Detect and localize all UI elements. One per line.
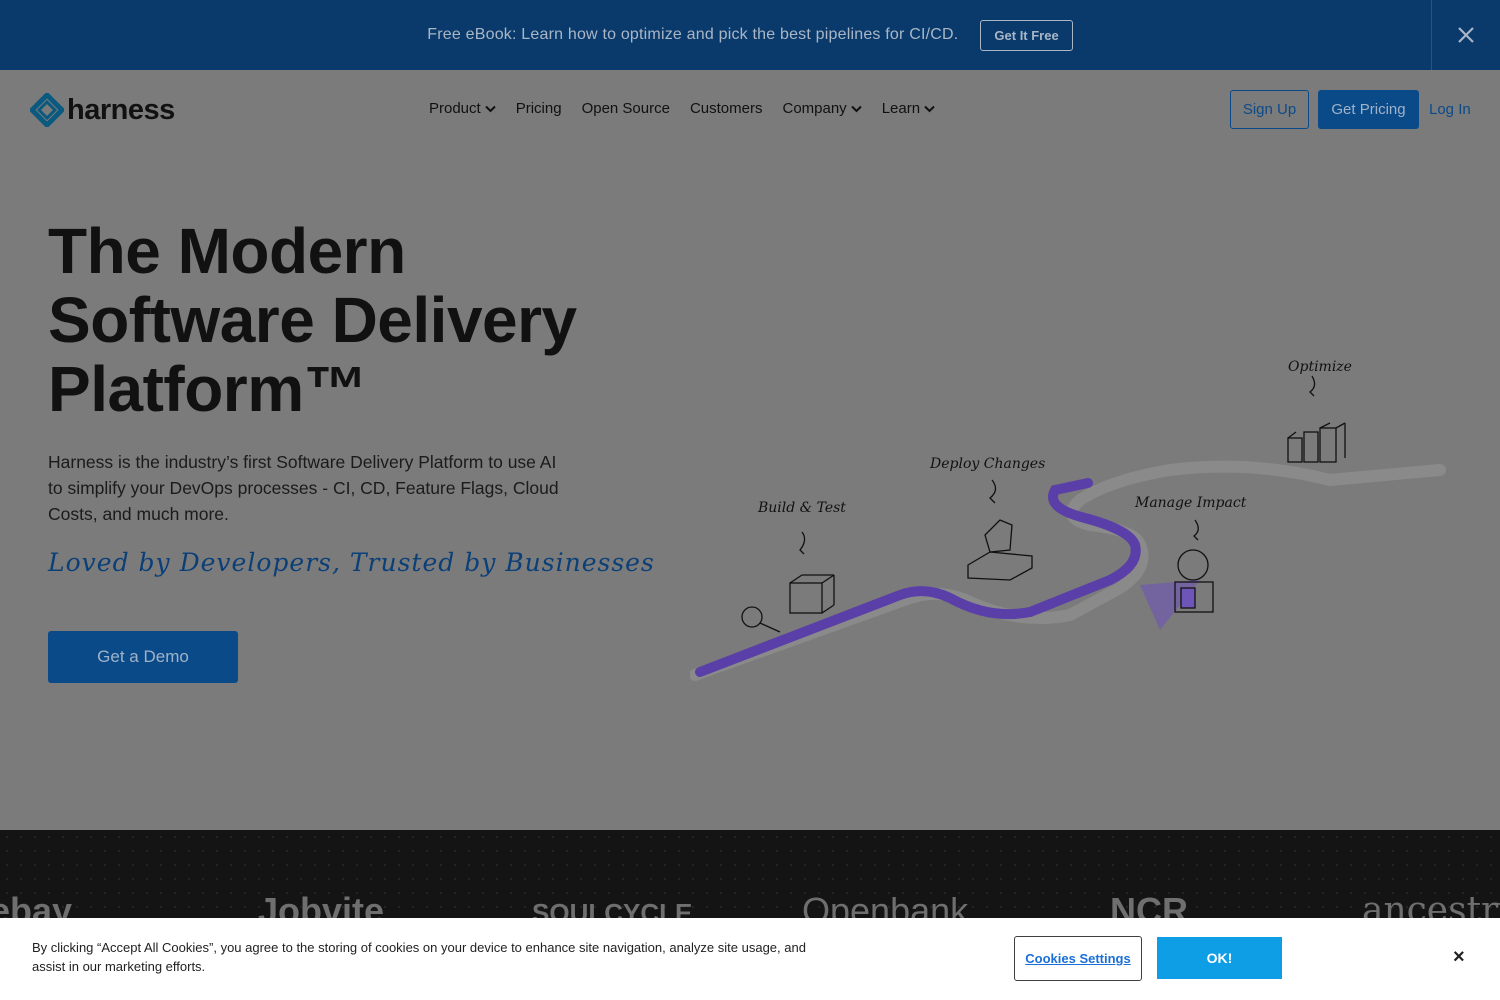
harness-logo[interactable]: harness	[30, 93, 175, 127]
hero-tagline: Loved by Developers, Trusted by Business…	[48, 548, 655, 577]
cookie-banner: By clicking “Accept All Cookies”, you ag…	[0, 918, 1500, 1000]
hero-title-line: Platform™	[48, 353, 368, 425]
build-test-sketch	[741, 531, 835, 633]
get-pricing-button[interactable]: Get Pricing	[1318, 90, 1419, 129]
log-in-link[interactable]: Log In	[1429, 101, 1471, 118]
hero-title-line: The Modern	[48, 215, 406, 287]
pipeline-shadow	[690, 460, 1446, 681]
delivery-pipeline-illustration: Build & Test Deploy Changes Manage Impac…	[690, 359, 1446, 681]
nav-item-customers[interactable]: Customers	[690, 100, 763, 117]
chevron-down-icon	[924, 105, 935, 112]
optimize-label: Optimize	[1288, 359, 1352, 375]
close-icon[interactable]	[1431, 0, 1500, 70]
get-it-free-button[interactable]: Get It Free	[980, 19, 1073, 51]
sign-up-button[interactable]: Sign Up	[1230, 90, 1309, 129]
nav-item-pricing[interactable]: Pricing	[516, 100, 562, 117]
nav-item-label: Customers	[689, 100, 763, 117]
nav-item-label: Open Source	[581, 100, 670, 117]
nav-item-open-source[interactable]: Open Source	[582, 100, 670, 117]
harness-logo-icon	[30, 93, 64, 127]
get-a-demo-button[interactable]: Get a Demo	[48, 631, 238, 683]
deploy-changes-sketch	[967, 479, 1033, 581]
nav-item-label: Pricing	[515, 100, 562, 117]
hero-subtitle: Harness is the industry’s first Software…	[48, 452, 559, 524]
hero-title: The Modern Software Delivery Platform™	[48, 217, 668, 424]
cookie-text: By clicking “Accept All Cookies”, you ag…	[32, 940, 806, 974]
chevron-down-icon	[484, 105, 496, 112]
nav-item-company[interactable]: Company	[782, 100, 862, 117]
hero-title-line: Software Delivery	[48, 284, 577, 356]
logo-text: harness	[67, 93, 175, 126]
manage-impact-sketch	[1174, 519, 1214, 613]
build-test-label: Build & Test	[757, 500, 846, 516]
promo-banner: Free eBook: Learn how to optimize and pi…	[0, 0, 1500, 70]
main-nav: harness Product Pricing Open Source Cust…	[0, 70, 1500, 150]
nav-item-product[interactable]: Product	[429, 100, 496, 117]
optimize-sketch	[1287, 375, 1346, 463]
nav-menu: Product Pricing Open Source Customers Co…	[429, 100, 955, 117]
cookies-settings-button[interactable]: Cookies Settings	[1014, 936, 1142, 981]
manage-impact-label: Manage Impact	[1134, 495, 1247, 511]
deploy-changes-label: Deploy Changes	[929, 456, 1045, 472]
chevron-down-icon	[850, 105, 862, 112]
nav-item-learn[interactable]: Learn	[882, 100, 935, 117]
cookie-close-icon[interactable]: ×	[1453, 946, 1465, 969]
accept-cookies-button[interactable]: OK!	[1157, 937, 1282, 979]
nav-item-label: Company	[782, 100, 847, 117]
nav-item-label: Learn	[881, 100, 921, 117]
promo-text: Free eBook: Learn how to optimize and pi…	[427, 26, 959, 43]
nav-item-label: Product	[429, 100, 481, 117]
